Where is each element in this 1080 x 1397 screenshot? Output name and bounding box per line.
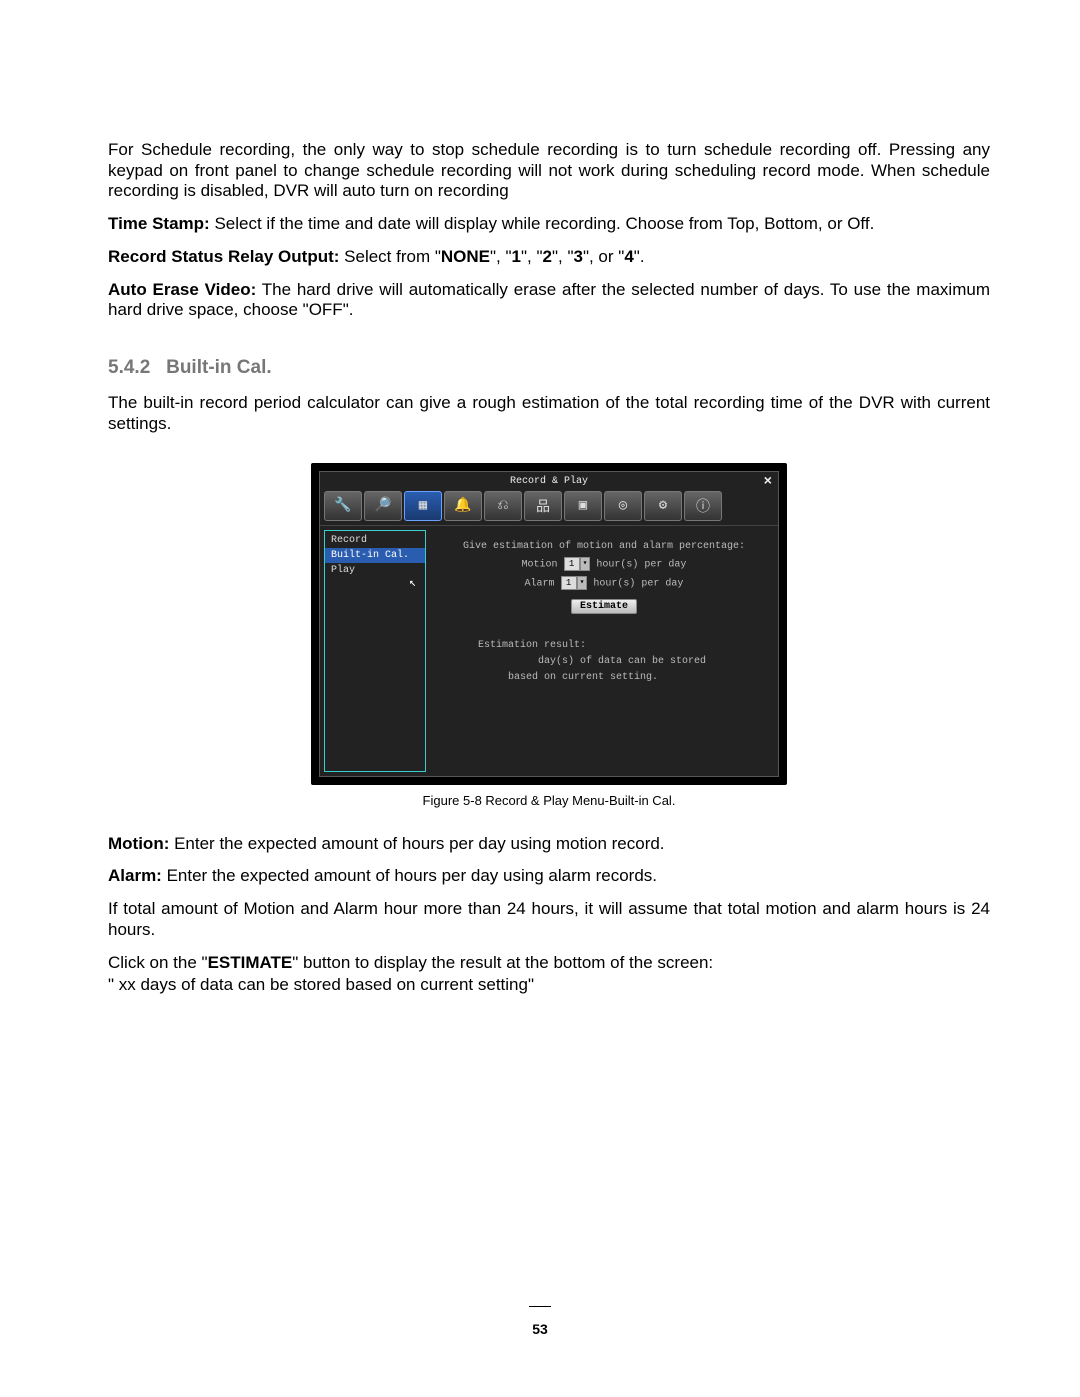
- alarm-desc-label: Alarm:: [108, 866, 162, 885]
- toolbar-button-7[interactable]: ◎: [604, 491, 642, 521]
- section-heading: 5.4.2 Built-in Cal.: [108, 357, 990, 379]
- toolbar-button-4[interactable]: ⎌: [484, 491, 522, 521]
- toolbar-button-9[interactable]: ⓘ: [684, 491, 722, 521]
- estimate-button[interactable]: Estimate: [571, 599, 637, 614]
- motion-value-input[interactable]: 1: [564, 557, 580, 571]
- toolbar-button-0[interactable]: 🔧: [324, 491, 362, 521]
- motion-desc-text: Enter the expected amount of hours per d…: [169, 834, 664, 853]
- toolbar-button-2[interactable]: ▦: [404, 491, 442, 521]
- time-stamp-label: Time Stamp:: [108, 214, 210, 233]
- result-heading: Estimation result:: [478, 638, 770, 654]
- auto-erase-line: Auto Erase Video: The hard drive will au…: [108, 280, 990, 321]
- window-titlebar: Record & Play ×: [320, 472, 778, 489]
- toolbar-button-3[interactable]: 🔔: [444, 491, 482, 521]
- result-block: Estimation result: day(s) of data can be…: [438, 638, 770, 686]
- toolbar-button-1[interactable]: 🔎: [364, 491, 402, 521]
- estimate-label-text: ESTIMATE: [208, 953, 293, 972]
- content-heading: Give estimation of motion and alarm perc…: [438, 541, 770, 552]
- section-title: Built-in Cal.: [166, 357, 272, 378]
- dialog-window: Record & Play × 🔧🔎▦🔔⎌品▣◎⚙ⓘ RecordBuilt-i…: [319, 471, 779, 777]
- relay-label: Record Status Relay Output:: [108, 247, 339, 266]
- window-title: Record & Play: [510, 476, 588, 487]
- result-line-3: based on current setting.: [478, 670, 770, 686]
- alarm-unit: hour(s) per day: [593, 578, 683, 589]
- motion-row: Motion 1▾ hour(s) per day: [438, 557, 770, 571]
- screenshot-container: Record & Play × 🔧🔎▦🔔⎌品▣◎⚙ⓘ RecordBuilt-i…: [311, 463, 787, 785]
- sidebar-item-built-in-cal-[interactable]: Built-in Cal.: [325, 548, 425, 563]
- page-number-block: 53: [0, 1304, 1080, 1337]
- toolbar-button-5[interactable]: 品: [524, 491, 562, 521]
- alarm-value-input[interactable]: 1: [561, 576, 577, 590]
- toolbar-button-6[interactable]: ▣: [564, 491, 602, 521]
- time-stamp-text: Select if the time and date will display…: [210, 214, 875, 233]
- motion-unit: hour(s) per day: [596, 559, 686, 570]
- section-number: 5.4.2: [108, 357, 150, 378]
- result-line-2: day(s) of data can be stored: [478, 654, 770, 670]
- figure-caption: Figure 5-8 Record & Play Menu-Built-in C…: [108, 793, 990, 808]
- close-icon[interactable]: ×: [764, 474, 772, 490]
- auto-erase-label: Auto Erase Video:: [108, 280, 256, 299]
- toolbar-button-8[interactable]: ⚙: [644, 491, 682, 521]
- relay-line: Record Status Relay Output: Select from …: [108, 247, 990, 268]
- alarm-label: Alarm: [525, 578, 555, 589]
- sidebar-item-record[interactable]: Record: [325, 533, 425, 548]
- sidebar: RecordBuilt-in Cal.Play↖: [324, 530, 426, 772]
- motion-dropdown-icon[interactable]: ▾: [580, 557, 591, 571]
- time-stamp-line: Time Stamp: Select if the time and date …: [108, 214, 990, 235]
- quote-line: " xx days of data can be stored based on…: [108, 975, 990, 996]
- alarm-desc-text: Enter the expected amount of hours per d…: [162, 866, 657, 885]
- content-panel: Give estimation of motion and alarm perc…: [430, 526, 778, 776]
- page-number: 53: [532, 1321, 548, 1337]
- motion-label: Motion: [522, 559, 558, 570]
- click-pre: Click on the ": [108, 953, 208, 972]
- section-intro: The built-in record period calculator ca…: [108, 393, 990, 434]
- estimate-instruction: Click on the "ESTIMATE" button to displa…: [108, 953, 990, 974]
- alarm-desc: Alarm: Enter the expected amount of hour…: [108, 866, 990, 887]
- motion-desc: Motion: Enter the expected amount of hou…: [108, 834, 990, 855]
- intro-paragraph: For Schedule recording, the only way to …: [108, 140, 990, 202]
- overflow-note: If total amount of Motion and Alarm hour…: [108, 899, 990, 940]
- motion-desc-label: Motion:: [108, 834, 169, 853]
- cursor-icon: ↖: [409, 575, 416, 590]
- alarm-row: Alarm 1▾ hour(s) per day: [438, 576, 770, 590]
- click-post: " button to display the result at the bo…: [292, 953, 713, 972]
- toolbar: 🔧🔎▦🔔⎌品▣◎⚙ⓘ: [320, 489, 778, 526]
- alarm-dropdown-icon[interactable]: ▾: [577, 576, 588, 590]
